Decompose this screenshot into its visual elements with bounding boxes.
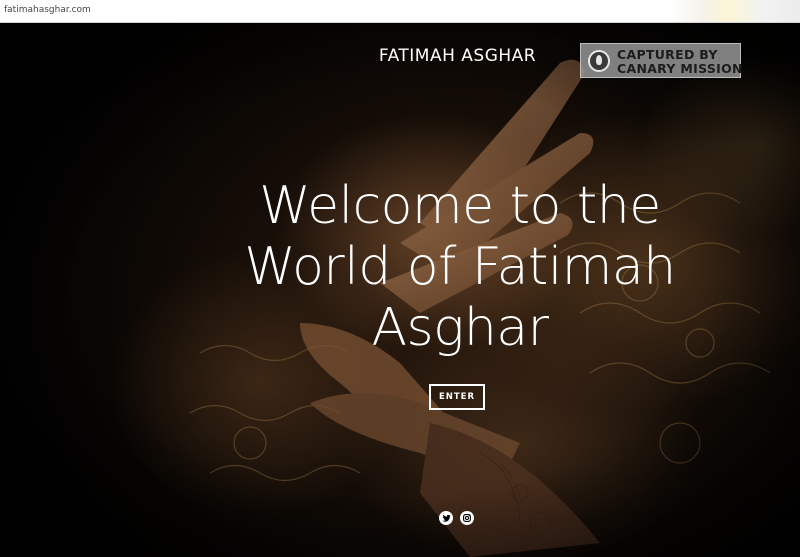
enter-button[interactable]: ENTER <box>429 384 485 410</box>
welcome-heading-line-1: Welcome to the <box>259 176 661 236</box>
watermark-line-1: CAPTURED BY <box>617 47 718 62</box>
welcome-heading-line-3: Asghar <box>371 298 549 358</box>
browser-address-bar[interactable]: fatimahasghar.com <box>0 0 800 23</box>
captured-by-watermark: CAPTURED BY CANARY MISSION <box>580 43 743 78</box>
hero-section: FATIMAH ASGHAR CAPTURED BY CANARY MISSIO… <box>0 23 800 557</box>
site-title[interactable]: FATIMAH ASGHAR <box>360 46 555 66</box>
welcome-heading: Welcome to the World of Fatimah Asghar <box>210 176 710 359</box>
instagram-icon[interactable] <box>460 511 474 525</box>
blurred-toolbar-area <box>670 0 800 22</box>
twitter-icon[interactable] <box>439 511 453 525</box>
welcome-heading-line-2: World of Fatimah <box>244 237 676 297</box>
url-text[interactable]: fatimahasghar.com <box>4 5 91 15</box>
canary-logo-icon <box>588 50 610 72</box>
watermark-line-2: CANARY MISSION <box>617 61 743 76</box>
